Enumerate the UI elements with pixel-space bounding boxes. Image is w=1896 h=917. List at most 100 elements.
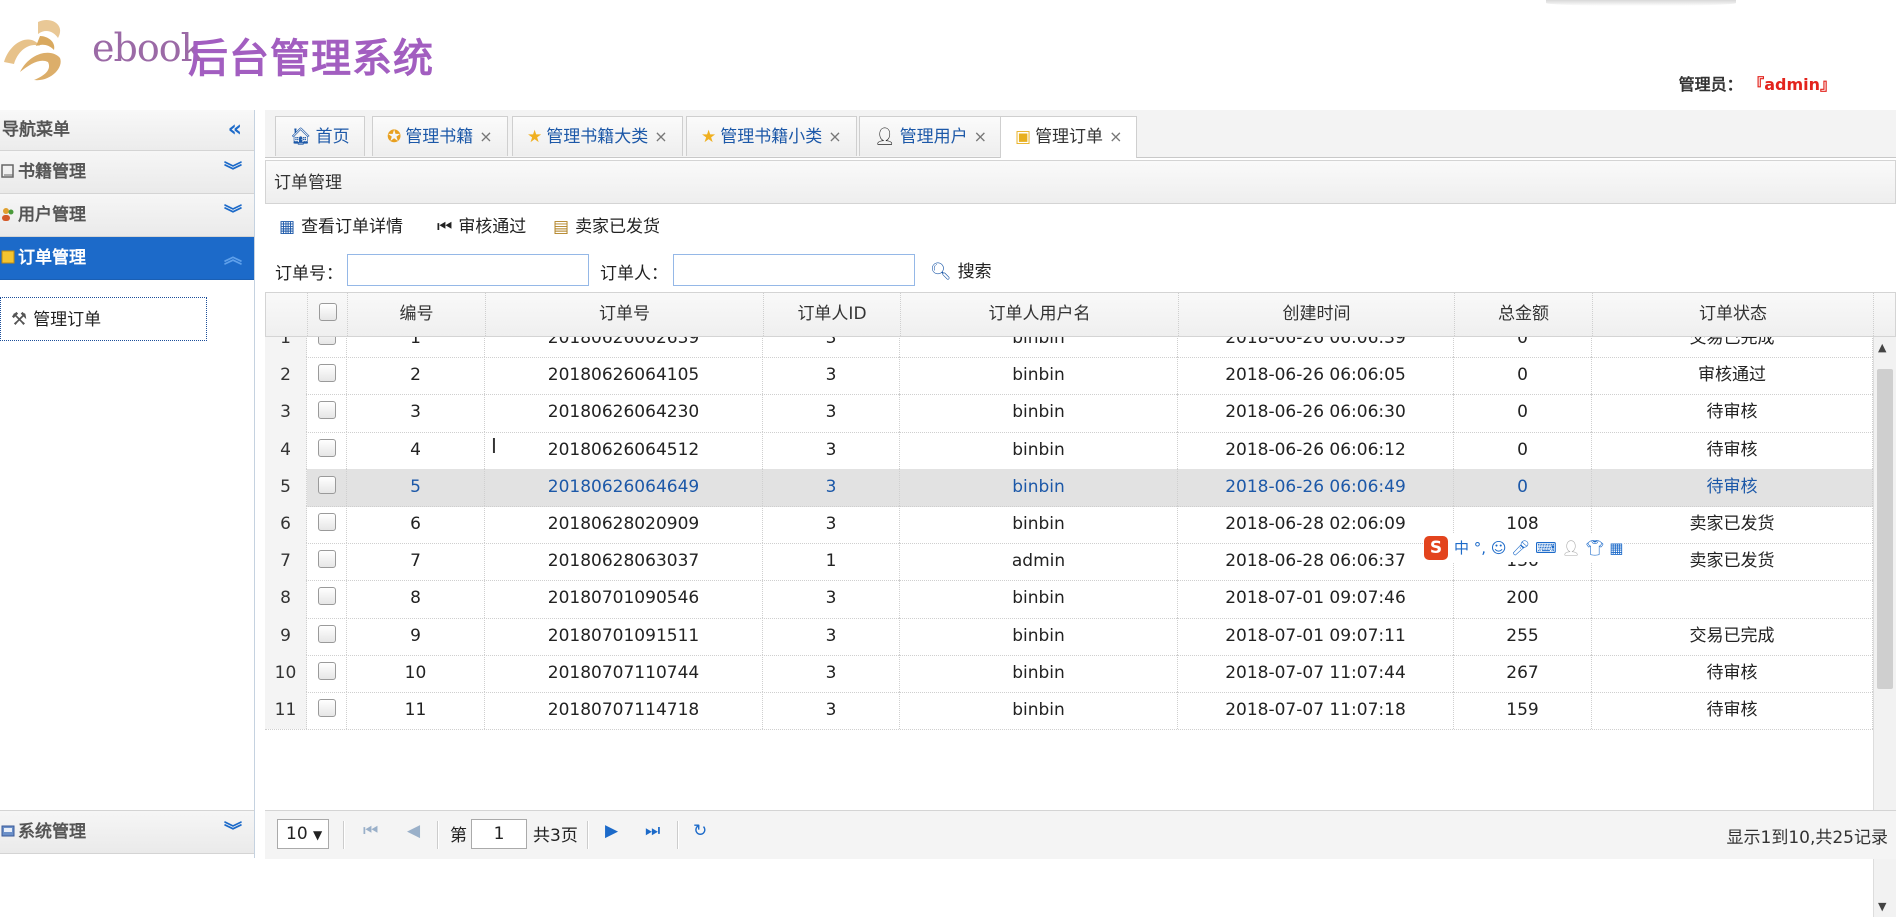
table-row[interactable]: 3 3 20180626064230 3 binbin 2018-06-26 06:06:…	[265, 394, 1873, 433]
chevron-down-icon[interactable]: ︾	[224, 811, 242, 853]
row-checkbox-cell[interactable]	[307, 543, 347, 581]
row-checkbox[interactable]	[317, 624, 336, 643]
amount-cell: 255	[1454, 617, 1592, 655]
orderer-label: 订单人：	[600, 264, 668, 284]
column-header-amount[interactable]: 总金额	[1455, 293, 1593, 336]
tab-home[interactable]: 🏠︎ 首页	[275, 116, 365, 156]
prev-page-icon[interactable]: ◀	[407, 821, 420, 841]
microphone-icon[interactable]: 🎤︎	[1511, 539, 1530, 557]
table-row[interactable]: 4 4 20180626064512 3 binbin 2018-06-26 06:06:…	[265, 431, 1873, 470]
row-checkbox-cell[interactable]	[307, 394, 347, 432]
row-checkbox-cell[interactable]	[307, 468, 347, 506]
select-all-checkbox-cell[interactable]	[308, 293, 348, 336]
keyboard-icon[interactable]: ⌨	[1535, 539, 1557, 557]
logo-latin: ebook	[92, 26, 204, 70]
order-no-cell: 20180628063037	[485, 543, 763, 581]
skin-icon[interactable]: 👕︎	[1585, 539, 1604, 557]
row-checkbox[interactable]	[317, 401, 336, 420]
tab-manage-orders[interactable]: ▣ 管理订单 ×	[1000, 116, 1138, 158]
emoji-icon[interactable]: ☺	[1491, 539, 1507, 557]
punctuation-icon[interactable]: °,	[1474, 539, 1491, 557]
last-page-icon[interactable]: ⏭︎	[645, 821, 660, 841]
column-header-created[interactable]: 创建时间	[1179, 293, 1455, 336]
row-checkbox-cell[interactable]	[307, 431, 347, 469]
tab-manage-books[interactable]: ✪ 管理书籍 ×	[372, 116, 508, 156]
tab-manage-categories[interactable]: ★ 管理书籍大类 ×	[512, 116, 683, 156]
admin-label: 管理员：	[1678, 75, 1743, 94]
row-checkbox[interactable]	[317, 475, 336, 494]
row-checkbox[interactable]	[317, 550, 336, 569]
row-checkbox[interactable]	[317, 661, 336, 680]
sidebar-item-manage-orders[interactable]: ⚒ 管理订单	[0, 297, 207, 341]
row-checkbox-cell[interactable]	[307, 506, 347, 544]
row-checkbox-cell[interactable]	[307, 654, 347, 692]
collapse-sidebar-icon[interactable]: «	[228, 110, 242, 150]
close-icon[interactable]: ×	[654, 127, 667, 146]
sidebar-panel-orders[interactable]: 订单管理 ︽	[0, 237, 254, 280]
row-number-cell: 5	[265, 468, 307, 506]
close-icon[interactable]: ×	[974, 127, 987, 146]
close-icon[interactable]: ×	[828, 127, 841, 146]
amount-cell: 0	[1454, 431, 1592, 469]
scroll-down-icon[interactable]: ▼	[1878, 900, 1886, 913]
table-row[interactable]: 10 10 20180707110744 3 binbin 2018-07-07 11:0…	[265, 654, 1873, 693]
table-row[interactable]: 2 2 20180626064105 3 binbin 2018-06-26 06:06:…	[265, 357, 1873, 396]
page-number-input[interactable]: 1	[471, 819, 527, 849]
row-checkbox[interactable]	[317, 364, 336, 383]
chevron-down-icon[interactable]: ︾	[224, 194, 242, 236]
table-row[interactable]: 11 11 20180707114718 3 binbin 2018-07-07 11:0…	[265, 692, 1873, 731]
column-header-username[interactable]: 订单人用户名	[901, 293, 1179, 336]
close-icon[interactable]: ×	[1109, 127, 1122, 146]
row-checkbox[interactable]	[317, 587, 336, 606]
table-row[interactable]: 5 5 20180626064649 3 binbin 2018-06-26 06:06:…	[265, 468, 1873, 507]
table-row[interactable]: 7 7 20180628063037 1 admin 2018-06-28 06:06:3…	[265, 543, 1873, 582]
approve-button[interactable]: ⏮︎ 审核通过	[437, 206, 526, 248]
column-header-id[interactable]: 编号	[348, 293, 486, 336]
chevron-down-icon[interactable]: ︾	[224, 151, 242, 193]
ime-mode[interactable]: 中	[1454, 539, 1469, 557]
tab-manage-subcategories[interactable]: ★ 管理书籍小类 ×	[686, 116, 857, 156]
orderer-input[interactable]	[673, 254, 915, 286]
order-no-cell: 20180626062639	[485, 337, 763, 358]
scrollbar-thumb[interactable]	[1877, 369, 1893, 689]
order-no-input[interactable]	[347, 254, 589, 286]
close-icon[interactable]: ×	[479, 127, 492, 146]
mark-shipped-button[interactable]: ▤ 卖家已发货	[553, 206, 660, 248]
user-id-cell: 3	[763, 468, 900, 506]
chevron-up-icon[interactable]: ︽	[224, 237, 242, 279]
person-icon[interactable]: 👤︎	[1562, 539, 1581, 557]
row-checkbox-cell[interactable]	[307, 357, 347, 395]
table-row[interactable]: 8 8 20180701090546 3 binbin 2018-07-01 09:07:…	[265, 580, 1873, 619]
sidebar-panel-books[interactable]: 书籍管理 ︾	[0, 151, 254, 194]
column-header-order-no[interactable]: 订单号	[486, 293, 764, 336]
table-row[interactable]: 6 6 20180628020909 3 binbin 2018-06-28 02:06:…	[265, 506, 1873, 545]
grid-menu-icon[interactable]: ▦	[1609, 539, 1623, 557]
row-checkbox[interactable]	[317, 438, 336, 457]
ime-toolbar[interactable]: S中 °, ☺ 🎤︎ ⌨ 👤︎ 👕︎ ▦	[1424, 534, 1624, 562]
refresh-icon[interactable]: ↻	[693, 821, 707, 841]
search-button[interactable]: 🔍︎ 搜索	[930, 257, 992, 282]
sidebar-panel-system[interactable]: 系统管理 ︾	[0, 810, 254, 854]
user-id-cell: 3	[763, 337, 900, 358]
row-checkbox[interactable]	[317, 337, 336, 345]
first-page-icon[interactable]: ⏮︎	[363, 821, 378, 841]
tab-manage-users[interactable]: 👤︎ 管理用户 ×	[859, 116, 1002, 156]
row-checkbox-cell[interactable]	[307, 692, 347, 730]
row-checkbox-cell[interactable]	[307, 337, 347, 358]
row-checkbox-cell[interactable]	[307, 580, 347, 618]
row-checkbox[interactable]	[317, 513, 336, 531]
next-page-icon[interactable]: ▶	[605, 821, 618, 841]
sidebar-panel-users[interactable]: 用户管理 ︾	[0, 194, 254, 237]
table-row[interactable]: 9 9 20180701091511 3 binbin 2018-07-01 09:07:…	[265, 617, 1873, 656]
scroll-up-icon[interactable]: ▲	[1878, 341, 1886, 354]
page-size-select[interactable]: 10 ▼	[277, 819, 329, 849]
row-checkbox[interactable]	[317, 699, 336, 717]
home-icon: 🏠︎	[290, 127, 312, 147]
table-row[interactable]: 1 1 20180626062639 3 binbin 2018-06-26 06:06:…	[265, 337, 1873, 359]
view-order-detail-button[interactable]: ▦ 查看订单详情	[279, 206, 403, 248]
column-header-status[interactable]: 订单状态	[1593, 293, 1874, 336]
column-header-user-id[interactable]: 订单人ID	[764, 293, 901, 336]
select-all-checkbox[interactable]	[318, 303, 337, 321]
row-checkbox-cell[interactable]	[307, 617, 347, 655]
amount-cell: 267	[1454, 654, 1592, 692]
